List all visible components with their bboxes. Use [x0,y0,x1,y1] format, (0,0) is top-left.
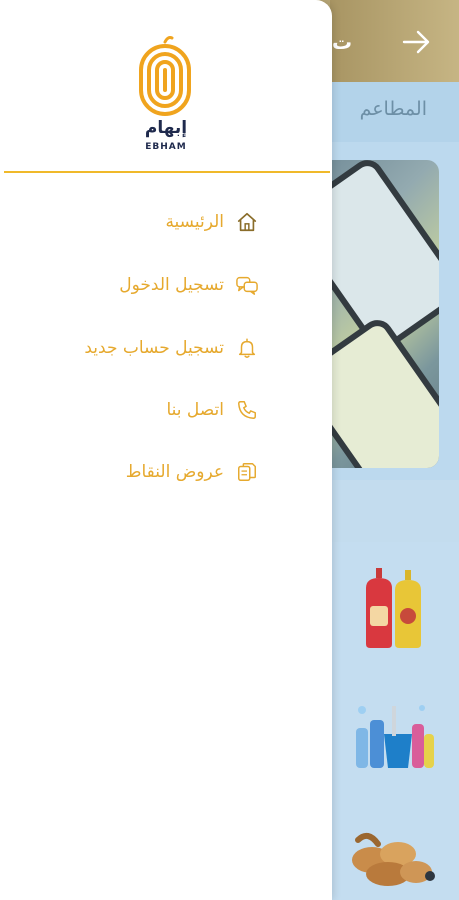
menu-item-label: عروض النقاط [125,462,224,482]
home-icon [234,209,260,235]
sauce-bottles-icon[interactable] [358,568,428,648]
bread-icon[interactable] [348,830,438,890]
menu-item-label: تسجيل الدخول [119,275,224,295]
menu-item-login[interactable]: تسجيل الدخول [119,265,260,305]
logo-english-text: EBHAM [145,142,187,152]
menu-item-label: الرئيسية [165,212,224,232]
menu-item-contact[interactable]: اتصل بنا [166,390,260,430]
menu-item-label: تسجيل حساب جديد [84,338,224,358]
ebham-logo: إبهام EBHAM [120,34,212,160]
chat-bubbles-icon [234,272,260,298]
menu-item-label: اتصل بنا [166,400,224,420]
menu-item-points-offers[interactable]: عروض النقاط [126,452,260,492]
navigation-drawer: إبهام EBHAM الرئيسية تسجيل الدخول تسجيل … [0,0,332,900]
phone-icon [234,397,260,423]
drawer-divider [4,171,330,173]
cleaning-supplies-icon[interactable] [352,700,438,772]
bell-icon [234,335,260,361]
fingerprint-logo-icon [139,36,191,116]
copy-document-icon [234,459,260,485]
background-title-fragment: ت [332,30,353,54]
menu-item-register[interactable]: تسجيل حساب جديد [84,328,260,368]
logo-arabic-text: إبهام [144,118,188,138]
tab-restaurants[interactable]: المطاعم [360,98,427,120]
arrow-right-icon[interactable] [398,28,434,56]
menu-item-home[interactable]: الرئيسية [165,202,260,242]
